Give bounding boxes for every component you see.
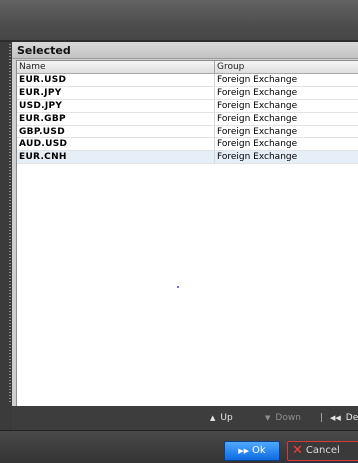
column-header-group[interactable]: Group bbox=[217, 61, 244, 73]
move-down-button[interactable]: ▼ Down bbox=[265, 412, 301, 424]
move-down-label: Down bbox=[275, 413, 301, 423]
move-up-label: Up bbox=[220, 413, 233, 423]
fast-forward-icon: ▶▶ bbox=[238, 447, 250, 455]
row-name-cell: AUD.USD bbox=[19, 139, 68, 150]
row-group-cell: Foreign Exchange bbox=[217, 126, 298, 137]
row-name-cell: GBP.USD bbox=[19, 126, 65, 137]
window-title-bar bbox=[0, 0, 358, 40]
row-group-cell: Foreign Exchange bbox=[217, 152, 298, 163]
table-row[interactable]: AUD.USD Foreign Exchange bbox=[17, 138, 358, 152]
move-up-button[interactable]: ▲ Up bbox=[210, 412, 233, 424]
ok-button[interactable]: ▶▶ Ok bbox=[224, 441, 280, 461]
row-name-cell: EUR.GBP bbox=[19, 113, 66, 124]
delete-button[interactable]: ◀◀ Delete bbox=[330, 412, 358, 424]
table-row[interactable]: EUR.CNH Foreign Exchange bbox=[17, 151, 358, 165]
triangle-down-icon: ▼ bbox=[265, 414, 271, 422]
table-row[interactable]: GBP.USD Foreign Exchange bbox=[17, 125, 358, 139]
list-toolbar: ▲ Up ▼ Down | ◀◀ Delete bbox=[12, 406, 358, 430]
cancel-button[interactable]: ✕ Cancel bbox=[287, 441, 358, 461]
row-name-cell: EUR.JPY bbox=[19, 87, 62, 98]
table-body: EUR.USD Foreign Exchange EUR.JPY Foreign Ex… bbox=[17, 74, 358, 165]
dialog-footer: ▶▶ Ok ✕ Cancel bbox=[0, 430, 358, 463]
row-group-cell: Foreign Exchange bbox=[217, 139, 298, 150]
resize-handle[interactable] bbox=[9, 44, 11, 404]
panel-title: Selected bbox=[12, 42, 358, 59]
triangle-up-icon: ▲ bbox=[210, 414, 216, 422]
selected-table: Name Group EUR.USD Foreign Exchange EUR.JP… bbox=[16, 60, 358, 406]
cell-divider bbox=[214, 86, 215, 99]
cell-divider bbox=[214, 99, 215, 112]
cancel-label: Cancel bbox=[305, 445, 340, 456]
cell-divider bbox=[214, 112, 215, 125]
cell-divider bbox=[214, 74, 215, 86]
row-group-cell: Foreign Exchange bbox=[217, 87, 298, 98]
rewind-icon: ◀◀ bbox=[330, 414, 341, 422]
table-row[interactable]: EUR.JPY Foreign Exchange bbox=[17, 86, 358, 100]
row-name-cell: EUR.CNH bbox=[19, 152, 67, 163]
cursor-dot bbox=[177, 286, 179, 288]
cell-divider bbox=[214, 125, 215, 138]
cell-divider bbox=[214, 138, 215, 151]
column-header-name[interactable]: Name bbox=[19, 61, 46, 73]
table-header: Name Group bbox=[17, 61, 358, 74]
ok-label: Ok bbox=[252, 445, 266, 456]
delete-label: Delete bbox=[345, 413, 358, 423]
row-group-cell: Foreign Exchange bbox=[217, 113, 298, 124]
close-x-icon: ✕ bbox=[292, 443, 303, 458]
toolbar-separator: | bbox=[320, 413, 324, 423]
cell-divider bbox=[214, 151, 215, 164]
row-group-cell: Foreign Exchange bbox=[217, 100, 298, 111]
table-row[interactable]: EUR.USD Foreign Exchange bbox=[17, 74, 358, 87]
table-row[interactable]: USD.JPY Foreign Exchange bbox=[17, 99, 358, 113]
table-row[interactable]: EUR.GBP Foreign Exchange bbox=[17, 112, 358, 126]
row-name-cell: EUR.USD bbox=[19, 75, 67, 85]
selected-panel: Selected Name Group EUR.USD Foreign Excha… bbox=[12, 42, 358, 406]
row-name-cell: USD.JPY bbox=[19, 100, 63, 111]
column-divider[interactable] bbox=[214, 61, 215, 73]
row-group-cell: Foreign Exchange bbox=[217, 75, 298, 85]
